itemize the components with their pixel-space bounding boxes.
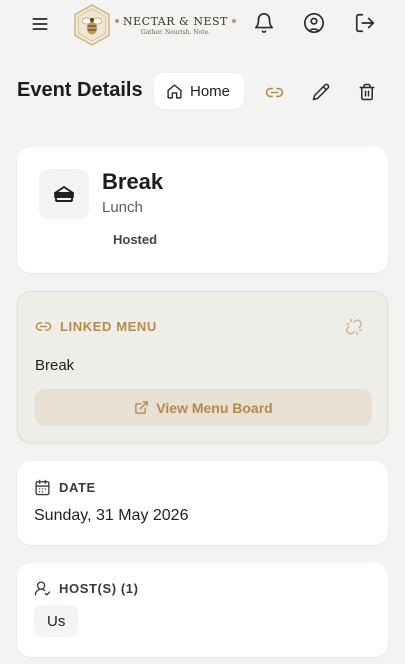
event-title: Break [102, 169, 164, 194]
view-menu-board-button[interactable]: View Menu Board [35, 389, 372, 426]
brand-dot-left [115, 19, 119, 23]
menu-button[interactable] [25, 9, 55, 39]
top-bar: NECTAR & NEST Gather. Nourish. Note. [0, 0, 405, 50]
date-label: DATE [59, 480, 96, 495]
linked-menu-label: LINKED MENU [60, 319, 157, 334]
edit-button[interactable] [306, 77, 336, 107]
hosts-card: HOST(S) (1) Us [17, 563, 388, 657]
hosts-label: HOST(S) (1) [59, 581, 139, 596]
menu-icon [32, 18, 48, 30]
brand-name: NECTAR & NEST [123, 14, 228, 28]
unlink-icon [345, 318, 363, 336]
user-check-icon [34, 581, 51, 596]
view-menu-board-label: View Menu Board [156, 399, 273, 416]
hosts-heading: HOST(S) (1) [34, 580, 139, 597]
profile-button[interactable] [299, 8, 329, 38]
brand-dot-right [231, 19, 236, 23]
linked-menu-card: LINKED MENU Break View Menu Board [17, 291, 388, 443]
event-summary-card: Break Lunch Hosted [17, 147, 388, 273]
date-card: DATE Sunday, 31 May 2026 [17, 461, 388, 545]
sandwich-icon [54, 186, 74, 202]
event-status-badge: Hosted [113, 232, 158, 247]
unlink-menu-button[interactable] [343, 316, 365, 338]
linked-menu-heading: LINKED MENU [35, 318, 157, 335]
notifications-button[interactable] [249, 8, 279, 38]
bell-icon [254, 13, 274, 33]
home-button[interactable]: Home [154, 73, 244, 109]
link-icon [35, 322, 52, 331]
brand-tagline: Gather. Nourish. Note. [140, 28, 211, 36]
bee-hexagon-icon [74, 4, 110, 46]
delete-button[interactable] [352, 77, 382, 107]
link-icon [265, 87, 283, 97]
home-button-label: Home [190, 82, 231, 100]
user-circle-icon [304, 13, 324, 33]
calendar-icon [35, 479, 50, 496]
logout-button[interactable] [350, 8, 380, 38]
pencil-icon [312, 83, 330, 101]
event-meal-type: Lunch [102, 199, 143, 216]
copy-link-button[interactable] [259, 77, 289, 107]
linked-menu-name: Break [35, 357, 75, 374]
page-title: Event Details [17, 79, 143, 101]
date-heading: DATE [34, 479, 96, 496]
event-icon-box [39, 169, 89, 219]
host-chip: Us [34, 605, 79, 637]
event-date: Sunday, 31 May 2026 [34, 507, 189, 524]
logout-icon [355, 13, 375, 33]
external-link-icon [135, 401, 149, 414]
brand-logo[interactable]: NECTAR & NEST Gather. Nourish. Note. [73, 3, 236, 47]
home-icon [167, 83, 182, 99]
trash-icon [359, 83, 375, 101]
